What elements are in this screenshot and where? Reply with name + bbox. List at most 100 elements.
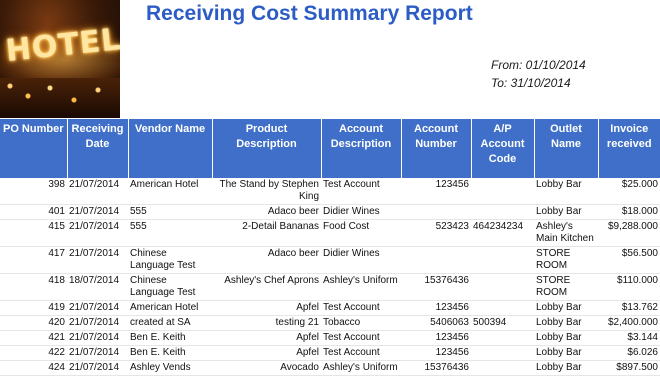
vendor-name-cell: created at SA: [128, 315, 212, 331]
po-number-cell: 417: [0, 246, 67, 274]
sign-lights: [0, 78, 120, 118]
invoice-received-cell: $110.000: [598, 273, 660, 301]
account-number-cell: 123456: [401, 178, 471, 205]
vendor-name-cell: Ben E. Keith: [128, 330, 212, 346]
table-row[interactable]: 421 21/07/2014 Ben E. Keith Apfel Test Accou…: [0, 330, 660, 346]
vendor-name-cell: Chinese Language Test: [128, 246, 212, 274]
outlet-name-cell: Lobby Bar: [534, 330, 598, 346]
table-row[interactable]: 415 21/07/2014 555 2-Detail Bananas Food Cos…: [0, 219, 660, 247]
invoice-received-cell: $897.500: [598, 360, 660, 376]
col-header-po-number[interactable]: PO Number: [0, 119, 68, 178]
col-header-ap-account-code[interactable]: A/P Account Code: [471, 119, 535, 178]
account-number-cell: 123456: [401, 345, 471, 361]
account-number-cell: 123456: [401, 330, 471, 346]
ap-account-code-cell: [471, 204, 534, 220]
vendor-name-cell: Ben E. Keith: [128, 345, 212, 361]
receiving-date-cell: 21/07/2014: [67, 204, 128, 220]
table-row[interactable]: 398 21/07/2014 American Hotel The Stand by …: [0, 178, 660, 205]
vendor-name-cell: Ashley Vends: [128, 360, 212, 376]
outlet-name-cell: Lobby Bar: [534, 204, 598, 220]
account-description-cell: Test Account: [321, 345, 401, 361]
vendor-name-cell: 555: [128, 204, 212, 220]
col-header-invoice-received[interactable]: Invoice received: [598, 119, 660, 178]
report-title: Receiving Cost Summary Report: [146, 2, 473, 25]
account-number-cell: [401, 246, 471, 274]
receiving-date-cell: 21/07/2014: [67, 300, 128, 316]
account-description-cell: Didier Wines: [321, 204, 401, 220]
table-row[interactable]: 418 18/07/2014 Chinese Language Test Ashley…: [0, 273, 660, 301]
receiving-date-cell: 21/07/2014: [67, 246, 128, 274]
outlet-name-cell: Lobby Bar: [534, 315, 598, 331]
table-row[interactable]: 422 21/07/2014 Ben E. Keith Apfel Test Accou…: [0, 345, 660, 361]
col-header-outlet-name[interactable]: Outlet Name: [534, 119, 599, 178]
vendor-name-cell: 555: [128, 219, 212, 247]
col-header-account-description[interactable]: Account Description: [321, 119, 402, 178]
account-number-cell: 523423: [401, 219, 471, 247]
outlet-name-cell: Lobby Bar: [534, 360, 598, 376]
invoice-received-cell: $9,288.000: [598, 219, 660, 247]
account-description-cell: Food Cost: [321, 219, 401, 247]
account-number-cell: [401, 204, 471, 220]
po-number-cell: 424: [0, 360, 67, 376]
receiving-date-cell: 21/07/2014: [67, 345, 128, 361]
product-description-cell: 2-Detail Bananas: [212, 219, 321, 247]
account-description-cell: Ashley's Uniform: [321, 360, 401, 376]
account-description-cell: Tobacco: [321, 315, 401, 331]
invoice-received-cell: $18.000: [598, 204, 660, 220]
outlet-name-cell: Ashley's Main Kitchen: [534, 219, 598, 247]
ap-account-code-cell: [471, 330, 534, 346]
table-row[interactable]: 417 21/07/2014 Chinese Language Test Adaco …: [0, 246, 660, 274]
receiving-date-cell: 21/07/2014: [67, 178, 128, 205]
po-number-cell: 420: [0, 315, 67, 331]
col-header-vendor-name[interactable]: Vendor Name: [128, 119, 213, 178]
invoice-received-cell: $25.000: [598, 178, 660, 205]
po-number-cell: 418: [0, 273, 67, 301]
product-description-cell: Apfel: [212, 330, 321, 346]
outlet-name-cell: Lobby Bar: [534, 178, 598, 205]
account-number-cell: 15376436: [401, 360, 471, 376]
product-description-cell: testing 21: [212, 315, 321, 331]
po-number-cell: 415: [0, 219, 67, 247]
vendor-name-cell: Chinese Language Test: [128, 273, 212, 301]
account-number-cell: 123456: [401, 300, 471, 316]
account-number-cell: 5406063: [401, 315, 471, 331]
receiving-date-cell: 21/07/2014: [67, 315, 128, 331]
product-description-cell: Ashley's Chef Aprons: [212, 273, 321, 301]
account-description-cell: Test Account: [321, 330, 401, 346]
table-row[interactable]: 424 21/07/2014 Ashley Vends Avocado Ashley's…: [0, 360, 660, 376]
outlet-name-cell: STORE ROOM: [534, 273, 598, 301]
product-description-cell: Avocado: [212, 360, 321, 376]
col-header-product-description[interactable]: Product Description: [212, 119, 322, 178]
invoice-received-cell: $3.144: [598, 330, 660, 346]
outlet-name-cell: STORE ROOM: [534, 246, 598, 274]
account-description-cell: Ashley's Uniform: [321, 273, 401, 301]
table-row[interactable]: 419 21/07/2014 American Hotel Apfel Test Acc…: [0, 300, 660, 316]
hotel-sign-image: HOTEL: [0, 0, 120, 118]
col-header-receiving-date[interactable]: Receiving Date: [67, 119, 129, 178]
from-date: From: 01/10/2014: [491, 58, 586, 72]
ap-account-code-cell: 464234234: [471, 219, 534, 247]
table-row[interactable]: 420 21/07/2014 created at SA testing 21 Toba…: [0, 315, 660, 331]
report-table: PO Number Receiving Date Vendor Name Pro…: [0, 119, 660, 376]
account-description-cell: Didier Wines: [321, 246, 401, 274]
account-description-cell: Test Account: [321, 300, 401, 316]
outlet-name-cell: Lobby Bar: [534, 345, 598, 361]
po-number-cell: 401: [0, 204, 67, 220]
ap-account-code-cell: [471, 300, 534, 316]
table-header-row: PO Number Receiving Date Vendor Name Pro…: [0, 119, 660, 178]
invoice-received-cell: $2,400.000: [598, 315, 660, 331]
receiving-date-cell: 18/07/2014: [67, 273, 128, 301]
po-number-cell: 419: [0, 300, 67, 316]
product-description-cell: Apfel: [212, 300, 321, 316]
vendor-name-cell: American Hotel: [128, 300, 212, 316]
ap-account-code-cell: [471, 178, 534, 205]
ap-account-code-cell: 500394: [471, 315, 534, 331]
receiving-date-cell: 21/07/2014: [67, 219, 128, 247]
vendor-name-cell: American Hotel: [128, 178, 212, 205]
ap-account-code-cell: [471, 246, 534, 274]
col-header-account-number[interactable]: Account Number: [401, 119, 472, 178]
outlet-name-cell: Lobby Bar: [534, 300, 598, 316]
table-row[interactable]: 401 21/07/2014 555 Adaco beer Didier Wines Lo…: [0, 204, 660, 220]
product-description-cell: The Stand by Stephen King: [212, 178, 321, 205]
receiving-date-cell: 21/07/2014: [67, 330, 128, 346]
